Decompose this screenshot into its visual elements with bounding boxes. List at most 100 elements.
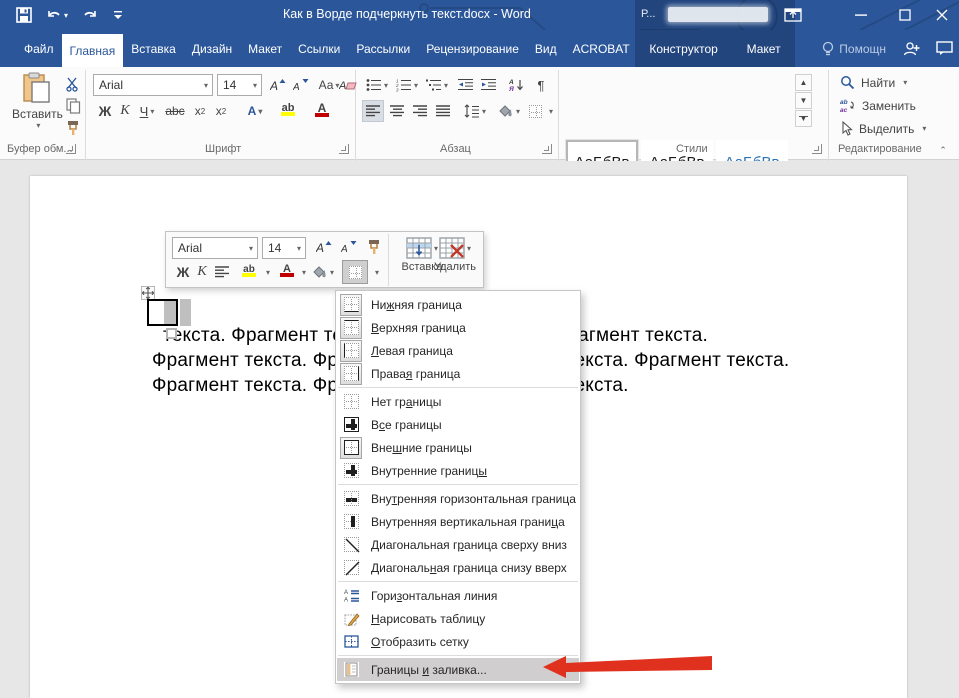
clear-formatting-button[interactable]: А bbox=[338, 74, 358, 96]
bold-button[interactable]: Ж bbox=[95, 100, 115, 122]
tab-дизайн[interactable]: Дизайн bbox=[184, 30, 240, 67]
tab-acrobat[interactable]: ACROBAT bbox=[565, 30, 638, 67]
tab-рецензирование[interactable]: Рецензирование bbox=[418, 30, 527, 67]
underline-button[interactable]: Ч▾ bbox=[134, 100, 160, 122]
copy-button[interactable] bbox=[62, 95, 84, 117]
tab-вставка[interactable]: Вставка bbox=[123, 30, 184, 67]
mini-shading-button[interactable]: ▾ bbox=[310, 262, 334, 282]
mini-highlight-button[interactable]: ab bbox=[234, 260, 264, 280]
mini-bold-button[interactable]: Ж bbox=[174, 262, 192, 282]
mini-grow-font-button[interactable]: А bbox=[312, 237, 336, 257]
styles-more-button[interactable]: ▼ bbox=[795, 110, 812, 127]
comments-icon[interactable] bbox=[936, 41, 953, 56]
menu-item-left[interactable]: Левая граница bbox=[337, 339, 579, 362]
menu-item-outside[interactable]: Внешние границы bbox=[337, 436, 579, 459]
text-effects-button[interactable]: А▾ bbox=[240, 100, 270, 122]
justify-button[interactable] bbox=[432, 100, 454, 122]
mini-font-name-combo[interactable]: Arial▾ bbox=[172, 237, 258, 259]
align-center-button[interactable] bbox=[386, 100, 408, 122]
styles-dialog-launcher[interactable] bbox=[812, 144, 822, 154]
italic-button[interactable]: К bbox=[116, 100, 134, 122]
paste-dropdown-caret[interactable]: ▾ bbox=[36, 121, 40, 130]
styles-scroll-up-button[interactable]: ▲ bbox=[795, 74, 812, 91]
align-right-button[interactable] bbox=[409, 100, 431, 122]
table-delete-button[interactable]: ▾ Удалить bbox=[427, 237, 483, 273]
grow-font-button[interactable]: А bbox=[267, 74, 289, 96]
share-person-icon[interactable] bbox=[902, 41, 920, 57]
mini-font-size-combo[interactable]: 14▾ bbox=[262, 237, 306, 259]
undo-button[interactable]: ▾ bbox=[44, 4, 70, 26]
mini-highlight-caret[interactable]: ▾ bbox=[266, 268, 270, 277]
close-button[interactable] bbox=[925, 0, 959, 30]
tab-рассылки[interactable]: Рассылки bbox=[348, 30, 418, 67]
undo-dropdown-caret[interactable]: ▾ bbox=[64, 11, 68, 20]
contextual-tab-макет[interactable]: Макет bbox=[743, 42, 785, 56]
replace-button[interactable]: abacЗаменить bbox=[840, 98, 916, 113]
menu-item-right[interactable]: Правая граница bbox=[337, 362, 579, 385]
menu-item-top[interactable]: Верхняя граница bbox=[337, 316, 579, 339]
shading-button[interactable]: ▾ bbox=[494, 100, 522, 122]
show-marks-button[interactable]: ¶ bbox=[532, 74, 550, 96]
maximize-button[interactable] bbox=[888, 0, 922, 30]
menu-item-hline[interactable]: ААГоризонтальная линия bbox=[337, 584, 579, 607]
align-left-button[interactable] bbox=[362, 100, 384, 122]
paste-button[interactable]: Вставить ▾ bbox=[12, 72, 63, 130]
menu-item-inside-h[interactable]: Внутренняя горизонтальная граница bbox=[337, 487, 579, 510]
menu-item-diag-down[interactable]: Диагональная граница сверху вниз bbox=[337, 533, 579, 556]
subscript-button[interactable]: x2 bbox=[190, 100, 210, 122]
ribbon-borders-button[interactable]: ▾ bbox=[524, 100, 554, 122]
mini-shrink-font-button[interactable]: А bbox=[337, 237, 361, 257]
table-move-handle[interactable] bbox=[141, 286, 155, 300]
contextual-tab-конструктор[interactable]: Конструктор bbox=[645, 42, 721, 56]
numbering-button[interactable]: 123▾ bbox=[393, 74, 421, 96]
ribbon-display-options-button[interactable] bbox=[776, 0, 810, 30]
mini-align-button[interactable] bbox=[212, 262, 232, 282]
select-button[interactable]: Выделить▾ bbox=[840, 121, 926, 136]
clipboard-dialog-launcher[interactable] bbox=[66, 144, 76, 154]
tab-макет[interactable]: Макет bbox=[240, 30, 290, 67]
collapse-ribbon-button[interactable]: ⌃ bbox=[934, 139, 952, 161]
menu-item-all[interactable]: Все границы bbox=[337, 413, 579, 436]
mini-borders-button[interactable] bbox=[342, 260, 368, 284]
menu-item-inside-v[interactable]: Внутренняя вертикальная граница bbox=[337, 510, 579, 533]
tab-главная[interactable]: Главная bbox=[62, 34, 124, 67]
increase-indent-button[interactable] bbox=[478, 74, 500, 96]
tab-вид[interactable]: Вид bbox=[527, 30, 565, 67]
mini-font-color-caret[interactable]: ▾ bbox=[302, 268, 306, 277]
strikethrough-button[interactable]: abc bbox=[162, 100, 188, 122]
font-size-combo[interactable]: 14▾ bbox=[217, 74, 262, 96]
shrink-font-button[interactable]: А bbox=[290, 74, 312, 96]
decrease-indent-button[interactable] bbox=[455, 74, 477, 96]
menu-item-draw-table[interactable]: Нарисовать таблицу bbox=[337, 607, 579, 630]
mini-italic-button[interactable]: К bbox=[194, 262, 210, 282]
styles-scroll-down-button[interactable]: ▼ bbox=[795, 92, 812, 109]
menu-item-bottom[interactable]: Нижняя граница bbox=[337, 293, 579, 316]
highlight-button[interactable]: ab bbox=[272, 98, 304, 120]
minimize-button[interactable] bbox=[844, 0, 878, 30]
paragraph-dialog-launcher[interactable] bbox=[542, 144, 552, 154]
bullets-button[interactable]: ▾ bbox=[363, 74, 391, 96]
cut-button[interactable] bbox=[62, 73, 84, 95]
tell-me-button[interactable]: Помощн bbox=[822, 41, 886, 57]
superscript-button[interactable]: x2 bbox=[211, 100, 231, 122]
multilevel-list-button[interactable]: ▾ bbox=[423, 74, 451, 96]
font-name-combo[interactable]: Arial▾ bbox=[93, 74, 213, 96]
table-cell[interactable] bbox=[147, 299, 178, 326]
menu-item-none[interactable]: Нет границы bbox=[337, 390, 579, 413]
redo-button[interactable] bbox=[80, 4, 100, 26]
table-resize-handle[interactable] bbox=[166, 328, 177, 339]
line-spacing-button[interactable]: ▾ bbox=[461, 100, 489, 122]
find-button[interactable]: Найти▾ bbox=[840, 75, 907, 90]
format-painter-button[interactable] bbox=[62, 117, 84, 139]
font-dialog-launcher[interactable] bbox=[339, 144, 349, 154]
customize-qat-button[interactable] bbox=[110, 4, 126, 26]
tab-файл[interactable]: Файл bbox=[16, 30, 62, 67]
font-color-button[interactable]: А bbox=[306, 98, 338, 120]
menu-item-diag-up[interactable]: Диагональная граница снизу вверх bbox=[337, 556, 579, 579]
menu-item-inside[interactable]: Внутренние границы bbox=[337, 459, 579, 482]
mini-borders-caret[interactable]: ▾ bbox=[369, 260, 383, 284]
mini-font-color-button[interactable]: А bbox=[274, 260, 300, 280]
save-button[interactable] bbox=[14, 4, 34, 26]
tab-ссылки[interactable]: Ссылки bbox=[290, 30, 348, 67]
mini-format-painter-button[interactable] bbox=[363, 237, 385, 257]
